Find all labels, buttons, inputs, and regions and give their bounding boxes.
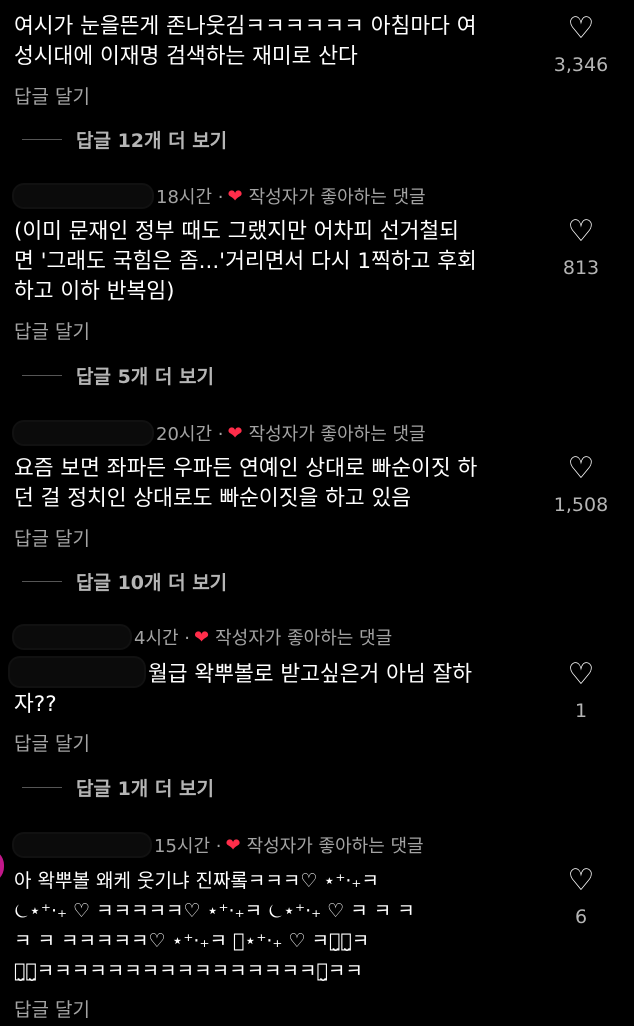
like-column: ♡ 3,346 [546,14,616,77]
comment-text: (이미 문재인 정부 때도 그랬지만 어차피 선거철되 면 '그래도 국힘은 좀… [14,219,477,304]
like-column: ♡ 1 [546,660,616,723]
reply-button[interactable]: 답글 달기 [14,995,90,1022]
view-more-replies-label[interactable]: 답글 5개 더 보기 [76,362,214,389]
redacted-username [14,422,152,444]
heart-outline-icon[interactable]: ♡ [546,454,616,484]
like-column: ♡ 1,508 [546,454,616,517]
view-more-replies[interactable]: 답글 5개 더 보기 [0,362,214,389]
like-count: 813 [562,257,600,279]
heart-filled-icon: ❤ [227,185,243,207]
comment-meta: 20시간 · ❤ 작성자가 좋아하는 댓글 [14,420,426,446]
view-more-replies-label[interactable]: 답글 12개 더 보기 [76,126,227,153]
heart-filled-icon: ❤ [194,626,210,648]
liked-by-author: 작성자가 좋아하는 댓글 [215,628,393,649]
liked-by-author: 작성자가 좋아하는 댓글 [246,836,424,857]
comment-text: 아 왁뿌볼 왜케 웃기냐 진짜롴ㅋㅋㅋ♡ ⋆⁺‧₊ㅋ ⏾⋆⁺‧₊ ♡ ㅋㅋㅋㅋㅋ… [14,870,415,982]
view-more-replies[interactable]: 답글 10개 더 보기 [0,568,227,595]
reply-button[interactable]: 답글 달기 [14,317,90,344]
like-count: 6 [574,906,588,928]
divider-line [22,375,62,376]
heart-filled-icon: ❤ [225,834,241,856]
like-count: 1 [574,700,588,722]
view-more-replies[interactable]: 답글 12개 더 보기 [0,126,227,153]
like-column: ♡ 813 [546,217,616,280]
reply-button[interactable]: 답글 달기 [14,524,90,551]
view-more-replies-label[interactable]: 답글 10개 더 보기 [76,568,227,595]
comment-meta: 15시간 · ❤ 작성자가 좋아하는 댓글 [14,832,424,858]
avatar[interactable] [0,849,4,883]
divider-line [22,787,62,788]
heart-outline-icon[interactable]: ♡ [546,14,616,44]
comment-text: 요즘 보면 좌파든 우파든 연예인 상대로 빠순이짓 하 던 걸 정치인 상대로… [14,456,478,511]
view-more-replies[interactable]: 답글 1개 더 보기 [0,774,214,801]
timestamp: 4시간 · [134,628,191,649]
timestamp: 18시간 · [156,187,224,208]
timestamp: 15시간 · [154,836,222,857]
comment-meta: 18시간 · ❤ 작성자가 좋아하는 댓글 [14,183,426,209]
reply-button[interactable]: 답글 달기 [14,82,90,109]
redacted-username [14,834,150,856]
comment-text: 월급 왁뿌볼로 받고싶은거 아님 잘하 자?? [14,662,473,717]
redacted-username [14,626,130,648]
comment-text: 여시가 눈을뜬게 존나웃김ㅋㅋㅋㅋㅋㅋ 아침마다 여 성시대에 이재명 검색하는… [14,14,477,69]
redacted-username [14,185,152,207]
like-count: 1,508 [553,494,609,516]
view-more-replies-label[interactable]: 답글 1개 더 보기 [76,774,214,801]
heart-outline-icon[interactable]: ♡ [546,217,616,247]
liked-by-author: 작성자가 좋아하는 댓글 [248,424,426,445]
heart-filled-icon: ❤ [227,422,243,444]
like-count: 3,346 [553,54,609,76]
reply-button[interactable]: 답글 달기 [14,729,90,756]
heart-outline-icon[interactable]: ♡ [546,660,616,690]
liked-by-author: 작성자가 좋아하는 댓글 [248,187,426,208]
divider-line [22,139,62,140]
heart-outline-icon[interactable]: ♡ [546,866,616,896]
comment-meta: 4시간 · ❤ 작성자가 좋아하는 댓글 [14,624,392,650]
like-column: ♡ 6 [546,866,616,929]
timestamp: 20시간 · [156,424,224,445]
divider-line [22,581,62,582]
